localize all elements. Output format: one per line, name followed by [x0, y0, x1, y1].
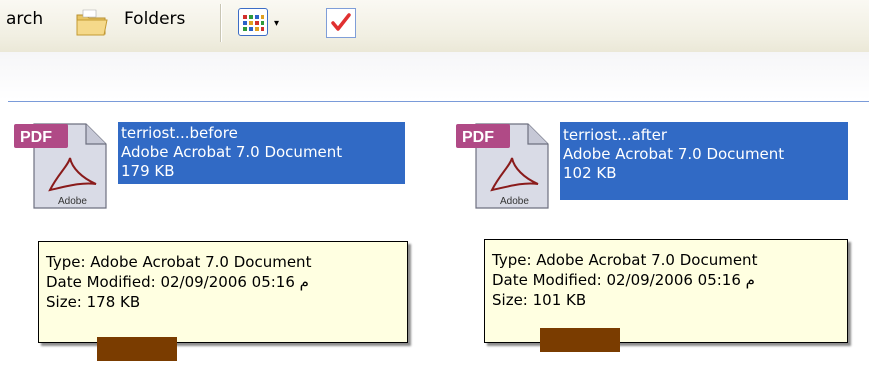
tooltip-date: Date Modified: 02/09/2006 05:16 م	[46, 273, 309, 291]
header-band	[0, 52, 869, 100]
redaction-mark	[540, 328, 620, 352]
tooltip-type: Type: Adobe Acrobat 7.0 Document	[492, 251, 758, 269]
file-size: 179 KB	[121, 162, 175, 180]
checkmark-icon	[331, 13, 351, 31]
toolbar: arch Folders ▾	[0, 0, 869, 53]
file-type: Adobe Acrobat 7.0 Document	[121, 143, 343, 161]
tooltip-size: Size: 101 KB	[492, 291, 587, 309]
file-name: terriost...after	[563, 126, 668, 144]
tooltip-type: Type: Adobe Acrobat 7.0 Document	[46, 253, 312, 271]
pdf-file-icon: PDF Adobe	[456, 123, 549, 209]
checkmark-button[interactable]	[326, 8, 356, 38]
divider-line	[8, 101, 869, 102]
selected-file-label[interactable]: terriost...after Adobe Acrobat 7.0 Docum…	[560, 122, 848, 200]
search-button-label[interactable]: arch	[6, 9, 43, 29]
file-item-after[interactable]: PDF Adobe terriost...after Adobe Acrobat…	[452, 118, 857, 218]
folders-button-label[interactable]: Folders	[124, 9, 185, 29]
file-type: Adobe Acrobat 7.0 Document	[563, 145, 785, 163]
file-size: 102 KB	[563, 164, 617, 182]
pdf-badge-label: PDF	[20, 129, 52, 146]
file-info-tooltip: Type: Adobe Acrobat 7.0 Document Date Mo…	[38, 241, 408, 343]
adobe-caption: Adobe	[500, 196, 529, 207]
views-grid-icon	[243, 15, 264, 31]
tooltip-date: Date Modified: 02/09/2006 05:16 م	[492, 271, 755, 289]
views-button[interactable]	[238, 8, 268, 36]
folder-icon[interactable]	[74, 6, 110, 38]
views-dropdown-arrow-icon[interactable]: ▾	[274, 18, 279, 29]
pdf-badge-label: PDF	[462, 129, 494, 146]
file-info-tooltip: Type: Adobe Acrobat 7.0 Document Date Mo…	[484, 239, 848, 343]
redaction-mark	[97, 337, 177, 361]
toolbar-separator	[220, 4, 222, 42]
tooltip-size: Size: 178 KB	[46, 293, 141, 311]
file-name: terriost...before	[121, 124, 238, 142]
selected-file-label[interactable]: terriost...before Adobe Acrobat 7.0 Docu…	[118, 122, 405, 184]
adobe-caption: Adobe	[58, 196, 87, 207]
pdf-file-icon: PDF Adobe	[14, 123, 107, 209]
file-item-before[interactable]: PDF Adobe terriost...before Adobe Acroba…	[10, 118, 410, 218]
